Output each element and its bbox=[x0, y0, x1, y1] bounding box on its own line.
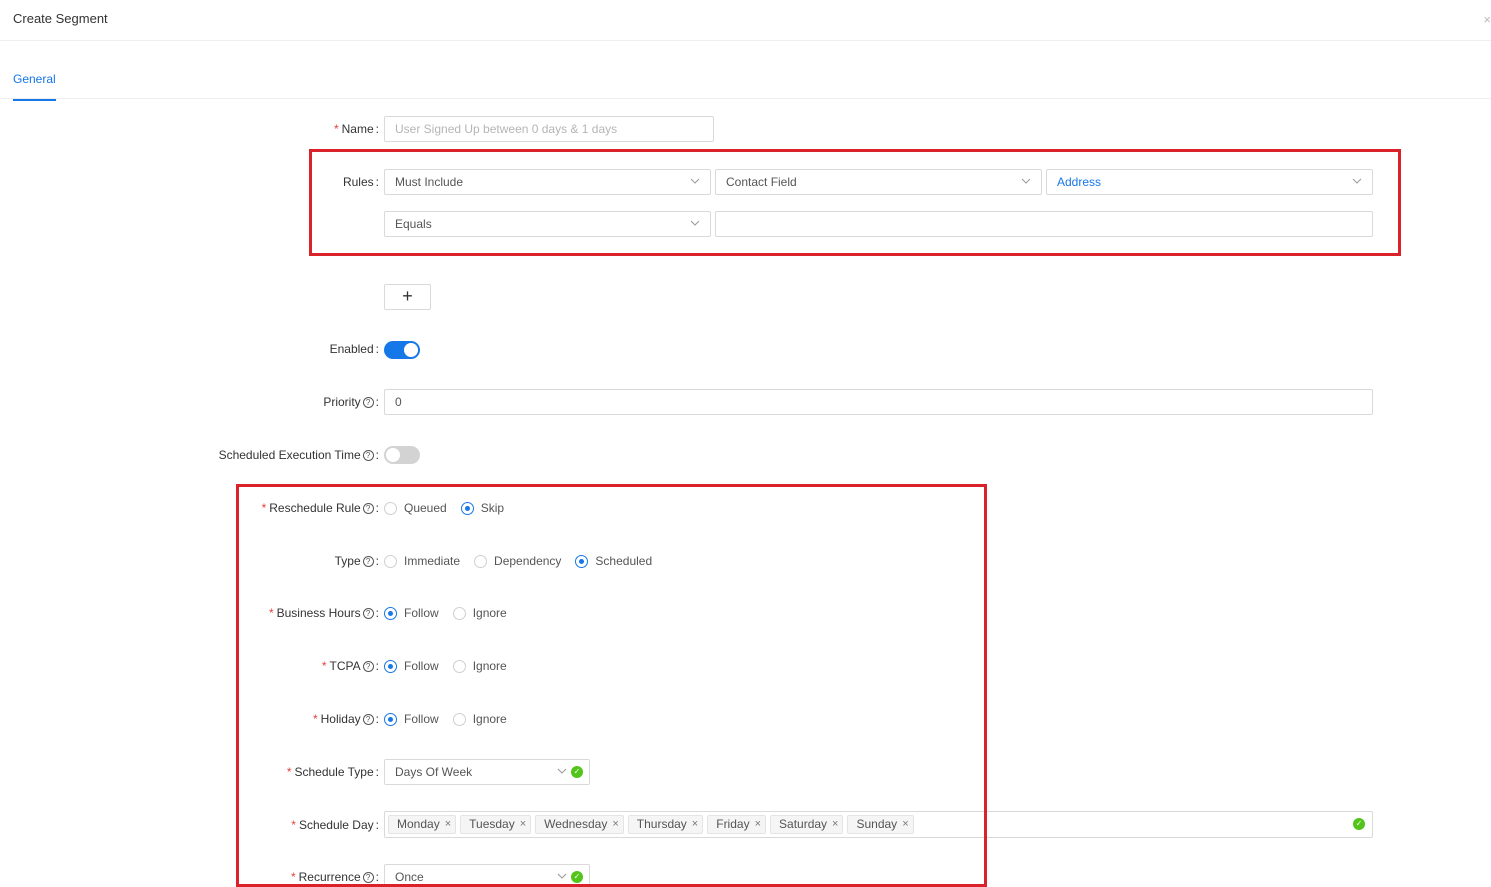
question-circle-icon[interactable]: ? bbox=[362, 713, 374, 725]
tcpa-radio-group: Follow Ignore bbox=[384, 653, 521, 679]
type-radio-group: Immediate Dependency Scheduled bbox=[384, 548, 666, 574]
schedule-type-label: * Schedule Type: bbox=[286, 765, 379, 779]
radio-business-hours-follow[interactable]: Follow bbox=[384, 606, 439, 620]
question-circle-icon[interactable]: ? bbox=[362, 607, 374, 619]
tag-saturday: Saturday × bbox=[770, 815, 844, 834]
enabled-toggle[interactable] bbox=[384, 341, 420, 359]
radio-tcpa-ignore[interactable]: Ignore bbox=[452, 659, 507, 673]
priority-label: Priority?: bbox=[323, 395, 379, 409]
close-icon[interactable]: × bbox=[612, 816, 618, 833]
radio-immediate[interactable]: Immediate bbox=[384, 554, 460, 568]
close-icon[interactable]: × bbox=[755, 816, 761, 833]
radio-dependency[interactable]: Dependency bbox=[474, 554, 561, 568]
close-icon[interactable]: × bbox=[902, 816, 908, 833]
rule-include-select[interactable]: Must Include bbox=[384, 169, 711, 195]
rule-value-input[interactable] bbox=[715, 211, 1373, 237]
tab-bar: General bbox=[0, 60, 1491, 101]
holiday-radio-group: Follow Ignore bbox=[384, 706, 521, 732]
question-circle-icon[interactable]: ? bbox=[362, 555, 374, 567]
recurrence-select[interactable]: Once ✓ bbox=[384, 864, 590, 887]
page-title: Create Segment bbox=[13, 11, 108, 26]
close-icon[interactable]: × bbox=[1483, 12, 1491, 27]
tag-wednesday: Wednesday × bbox=[535, 815, 624, 834]
business-hours-radio-group: Follow Ignore bbox=[384, 600, 521, 626]
question-circle-icon[interactable]: ? bbox=[362, 871, 374, 883]
rule-field-type-select[interactable]: Contact Field bbox=[715, 169, 1042, 195]
radio-holiday-follow[interactable]: Follow bbox=[384, 712, 439, 726]
radio-queued[interactable]: Queued bbox=[384, 501, 447, 515]
enabled-label: Enabled: bbox=[329, 342, 379, 356]
tag-tuesday: Tuesday × bbox=[460, 815, 532, 834]
name-label: * Name: bbox=[333, 122, 379, 136]
modal-header: Create Segment × bbox=[0, 0, 1491, 41]
tag-thursday: Thursday × bbox=[627, 815, 704, 834]
close-icon[interactable]: × bbox=[445, 816, 451, 833]
schedule-type-select[interactable]: Days Of Week ✓ bbox=[384, 759, 590, 785]
holiday-label: * Holiday?: bbox=[312, 712, 379, 726]
question-circle-icon[interactable]: ? bbox=[362, 660, 374, 672]
radio-holiday-ignore[interactable]: Ignore bbox=[452, 712, 507, 726]
rules-label: Rules: bbox=[342, 175, 379, 189]
chevron-down-icon bbox=[1021, 170, 1031, 194]
schedule-day-label: * Schedule Day: bbox=[291, 818, 379, 832]
business-hours-label: * Business Hours?: bbox=[268, 606, 379, 620]
close-icon[interactable]: × bbox=[692, 816, 698, 833]
priority-input[interactable]: 0 bbox=[384, 389, 1373, 415]
radio-business-hours-ignore[interactable]: Ignore bbox=[452, 606, 507, 620]
check-circle-icon: ✓ bbox=[571, 871, 583, 883]
radio-scheduled[interactable]: Scheduled bbox=[575, 554, 652, 568]
rule-field-select[interactable]: Address bbox=[1046, 169, 1373, 195]
name-input[interactable]: User Signed Up between 0 days & 1 days bbox=[384, 116, 714, 142]
reschedule-rule-radio-group: Queued Skip bbox=[384, 495, 518, 521]
schedule-day-multiselect[interactable]: Monday × Tuesday × Wednesday × Thursday × Fr… bbox=[384, 811, 1373, 838]
reschedule-rule-label: * Reschedule Rule?: bbox=[261, 501, 379, 515]
question-circle-icon[interactable]: ? bbox=[362, 449, 374, 461]
scheduled-execution-label: Scheduled Execution Time?: bbox=[218, 448, 379, 462]
chevron-down-icon bbox=[1352, 170, 1362, 194]
check-circle-icon: ✓ bbox=[1353, 818, 1365, 830]
type-label: Type?: bbox=[334, 554, 379, 568]
tag-sunday: Sunday × bbox=[847, 815, 914, 834]
close-icon[interactable]: × bbox=[832, 816, 838, 833]
chevron-down-icon bbox=[557, 760, 567, 784]
tab-general[interactable]: General bbox=[13, 72, 56, 101]
question-circle-icon[interactable]: ? bbox=[362, 502, 374, 514]
chevron-down-icon bbox=[690, 212, 700, 236]
rule-operator-select[interactable]: Equals bbox=[384, 211, 711, 237]
add-rule-button[interactable]: + bbox=[384, 284, 431, 310]
scheduled-execution-toggle[interactable] bbox=[384, 446, 420, 464]
rules-highlight-box bbox=[309, 149, 1401, 256]
close-icon[interactable]: × bbox=[520, 816, 526, 833]
chevron-down-icon bbox=[690, 170, 700, 194]
radio-skip[interactable]: Skip bbox=[460, 501, 504, 515]
tcpa-label: * TCPA?: bbox=[321, 659, 379, 673]
tag-monday: Monday × bbox=[388, 815, 457, 834]
tag-friday: Friday × bbox=[707, 815, 767, 834]
recurrence-label: * Recurrence?: bbox=[290, 870, 379, 884]
chevron-down-icon bbox=[557, 865, 567, 887]
check-circle-icon: ✓ bbox=[571, 766, 583, 778]
question-circle-icon[interactable]: ? bbox=[362, 396, 374, 408]
radio-tcpa-follow[interactable]: Follow bbox=[384, 659, 439, 673]
